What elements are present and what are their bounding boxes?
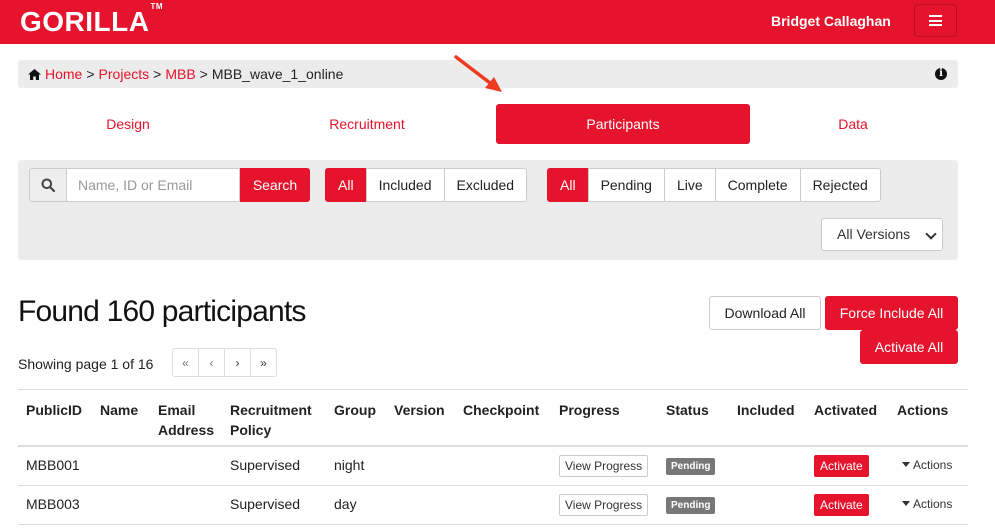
menu-button[interactable] (914, 4, 957, 37)
home-icon (28, 68, 41, 80)
col-progress[interactable]: Progress (559, 400, 620, 420)
breadcrumb-separator: > (199, 66, 208, 82)
breadcrumb-projects[interactable]: Projects (99, 66, 150, 82)
tab-participants[interactable]: Participants (496, 104, 750, 144)
filter-excluded[interactable]: Excluded (443, 168, 528, 202)
status-filter-group: All Pending Live Complete Rejected (547, 168, 881, 202)
cell-group: day (334, 496, 357, 512)
breadcrumb-current: MBB_wave_1_online (211, 66, 344, 82)
hamburger-icon (929, 15, 942, 26)
cell-policy: Supervised (230, 496, 301, 512)
tab-design[interactable]: Design (18, 104, 238, 144)
activate-all-button[interactable]: Activate All (860, 330, 958, 364)
breadcrumb-mbb[interactable]: MBB (165, 66, 195, 82)
table-header: PublicID Name Email Address Recruitment Po… (18, 390, 968, 447)
prev-page-button[interactable]: ‹ (198, 348, 225, 377)
view-progress-button[interactable]: View Progress (559, 455, 649, 477)
cell-public-id: MBB001 (26, 457, 80, 473)
version-select-value: All Versions (837, 226, 911, 242)
cell-group: night (334, 457, 365, 473)
pagination: « ‹ › » (172, 348, 277, 378)
info-icon[interactable]: i (935, 68, 947, 80)
status-badge: Pending (666, 497, 716, 514)
filter-inclusion-all[interactable]: All (325, 168, 367, 202)
table-row: MBB003 Supervised day View Progress Pend… (18, 486, 968, 525)
force-include-all-button[interactable]: Force Include All (825, 296, 958, 330)
col-status[interactable]: Status (666, 400, 709, 420)
filter-rejected[interactable]: Rejected (799, 168, 881, 202)
inclusion-filter-group: All Included Excluded (325, 168, 528, 202)
filter-pending[interactable]: Pending (587, 168, 665, 202)
top-navbar: GORILLATM Bridget Callaghan (0, 0, 995, 44)
last-page-button[interactable]: » (250, 348, 277, 377)
filter-complete[interactable]: Complete (714, 168, 801, 202)
search-button[interactable]: Search (240, 168, 310, 202)
col-group[interactable]: Group (334, 400, 376, 420)
project-tabs: Design Recruitment Participants Data (18, 104, 958, 144)
col-name[interactable]: Name (100, 400, 138, 420)
col-version[interactable]: Version (394, 400, 445, 420)
caret-down-icon (902, 501, 910, 506)
col-email-line1: Email (158, 402, 196, 418)
breadcrumb-home[interactable]: Home (45, 66, 82, 82)
cell-policy: Supervised (230, 457, 301, 473)
participants-table: PublicID Name Email Address Recruitment Po… (18, 389, 968, 525)
col-actions[interactable]: Actions (897, 400, 948, 420)
actions-dropdown[interactable]: Actions (902, 497, 952, 511)
participants-count-heading: Found 160 participants (18, 295, 306, 328)
annotation-arrow-icon (454, 55, 502, 92)
view-progress-button[interactable]: View Progress (559, 494, 649, 516)
next-page-button[interactable]: › (224, 348, 251, 377)
search-group: Search (29, 168, 310, 202)
tab-recruitment[interactable]: Recruitment (257, 104, 477, 144)
filter-panel: Search All Included Excluded All Pending… (18, 160, 958, 260)
logo-trademark: TM (150, 1, 164, 11)
tab-data[interactable]: Data (753, 104, 953, 144)
filter-status-all[interactable]: All (547, 168, 589, 202)
status-badge: Pending (666, 458, 716, 475)
chevron-down-icon (925, 228, 937, 240)
filter-live[interactable]: Live (663, 168, 716, 202)
breadcrumb-separator: > (153, 66, 162, 82)
search-icon (41, 178, 55, 192)
col-included[interactable]: Included (737, 400, 795, 420)
caret-down-icon (902, 462, 910, 467)
col-policy-line1: Recruitment (230, 402, 312, 418)
col-email-address[interactable]: Email Address (158, 400, 214, 440)
col-policy-line2: Policy (230, 422, 272, 438)
user-name[interactable]: Bridget Callaghan (771, 13, 891, 29)
logo-text: GORILLA (20, 6, 150, 37)
actions-dropdown[interactable]: Actions (902, 458, 952, 472)
download-all-button[interactable]: Download All (709, 296, 821, 330)
actions-label: Actions (913, 497, 953, 511)
breadcrumb-separator: > (86, 66, 95, 82)
gorilla-logo[interactable]: GORILLATM (20, 2, 163, 38)
page-indicator: Showing page 1 of 16 (18, 356, 154, 372)
version-select[interactable]: All Versions (821, 218, 943, 251)
col-recruitment-policy[interactable]: Recruitment Policy (230, 400, 312, 440)
activate-button[interactable]: Activate (814, 455, 869, 477)
col-public-id[interactable]: PublicID (26, 400, 82, 420)
search-addon (29, 168, 67, 202)
col-activated[interactable]: Activated (814, 400, 877, 420)
col-checkpoint[interactable]: Checkpoint (463, 400, 539, 420)
search-input[interactable] (67, 168, 240, 202)
first-page-button[interactable]: « (172, 348, 199, 377)
filter-included[interactable]: Included (365, 168, 445, 202)
activate-button[interactable]: Activate (814, 494, 869, 516)
table-row: MBB001 Supervised night View Progress Pe… (18, 447, 968, 486)
cell-public-id: MBB003 (26, 496, 80, 512)
col-email-line2: Address (158, 422, 215, 438)
actions-label: Actions (913, 458, 953, 472)
